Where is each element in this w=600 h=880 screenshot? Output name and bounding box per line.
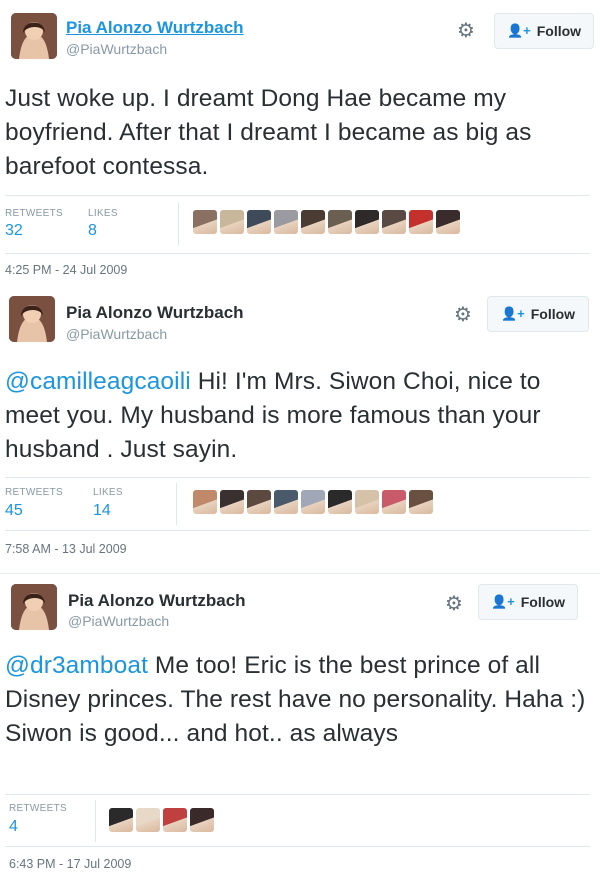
liker-avatar[interactable] [136, 808, 160, 832]
liker-avatar[interactable] [301, 210, 325, 234]
liker-avatar[interactable] [328, 210, 352, 234]
tweet-card: Pia Alonzo Wurtzbach @PiaWurtzbach ⚙ 👤+ … [0, 290, 600, 573]
divider [95, 800, 96, 842]
tweet-text: @dr3amboat Me too! Eric is the best prin… [5, 649, 586, 751]
avatar[interactable] [11, 584, 57, 630]
follow-label: Follow [536, 23, 582, 39]
divider [5, 195, 590, 196]
user-handle[interactable]: @PiaWurtzbach [66, 326, 167, 342]
display-name[interactable]: Pia Alonzo Wurtzbach [66, 303, 244, 323]
liker-avatar[interactable] [193, 490, 217, 514]
follow-button[interactable]: 👤+ Follow [494, 13, 594, 49]
liker-avatar[interactable] [109, 808, 133, 832]
divider [5, 846, 590, 847]
liker-avatar[interactable] [163, 808, 187, 832]
avatar[interactable] [9, 296, 55, 342]
liker-avatar[interactable] [220, 490, 244, 514]
user-handle[interactable]: @PiaWurtzbach [66, 41, 167, 57]
liker-avatars [109, 808, 214, 832]
tweet-card: Pia Alonzo Wurtzbach @PiaWurtzbach ⚙ 👤+ … [0, 573, 600, 880]
liker-avatar[interactable] [274, 210, 298, 234]
tweet-body: Just woke up. I dreamt Dong Hae became m… [5, 85, 532, 180]
follow-button[interactable]: 👤+ Follow [487, 296, 589, 332]
liker-avatar[interactable] [355, 490, 379, 514]
mention-link[interactable]: @dr3amboat [5, 652, 148, 679]
liker-avatars [193, 210, 460, 234]
gear-icon[interactable]: ⚙ [455, 20, 477, 42]
tweet-timestamp[interactable]: 7:58 AM - 13 Jul 2009 [5, 542, 127, 556]
retweets-count[interactable]: 4 [9, 818, 18, 836]
likes-count[interactable]: 8 [88, 222, 97, 240]
gear-icon[interactable]: ⚙ [452, 304, 474, 326]
liker-avatar[interactable] [436, 210, 460, 234]
retweets-count[interactable]: 45 [5, 502, 23, 520]
user-handle[interactable]: @PiaWurtzbach [68, 613, 169, 629]
retweets-label: RETWEETS [9, 803, 67, 814]
tweet-text: Just woke up. I dreamt Dong Hae became m… [5, 82, 586, 184]
liker-avatar[interactable] [409, 490, 433, 514]
divider [5, 477, 590, 478]
liker-avatar[interactable] [193, 210, 217, 234]
follow-label: Follow [530, 306, 576, 322]
add-person-icon: 👤+ [506, 23, 531, 38]
liker-avatar[interactable] [328, 490, 352, 514]
tweet-timestamp[interactable]: 4:25 PM - 24 Jul 2009 [5, 263, 127, 277]
likes-count[interactable]: 14 [93, 502, 111, 520]
gear-icon[interactable]: ⚙ [443, 593, 465, 615]
tweet-timestamp[interactable]: 6:43 PM - 17 Jul 2009 [9, 857, 131, 871]
liker-avatar[interactable] [190, 808, 214, 832]
divider [5, 253, 590, 254]
liker-avatar[interactable] [355, 210, 379, 234]
tweet-text: @camilleagcaoili Hi! I'm Mrs. Siwon Choi… [5, 365, 586, 467]
display-name[interactable]: Pia Alonzo Wurtzbach [68, 591, 246, 611]
liker-avatar[interactable] [274, 490, 298, 514]
display-name[interactable]: Pia Alonzo Wurtzbach [66, 18, 244, 38]
liker-avatar[interactable] [382, 490, 406, 514]
liker-avatars [193, 490, 433, 514]
follow-button[interactable]: 👤+ Follow [478, 584, 578, 620]
liker-avatar[interactable] [382, 210, 406, 234]
follow-label: Follow [520, 594, 566, 610]
divider [5, 530, 590, 531]
likes-label: LIKES [93, 487, 123, 498]
liker-avatar[interactable] [247, 210, 271, 234]
divider [5, 794, 590, 795]
avatar[interactable] [11, 13, 57, 59]
divider [178, 203, 179, 245]
liker-avatar[interactable] [247, 490, 271, 514]
mention-link[interactable]: @camilleagcaoili [5, 368, 191, 395]
liker-avatar[interactable] [301, 490, 325, 514]
retweets-label: RETWEETS [5, 208, 63, 219]
likes-label: LIKES [88, 208, 118, 219]
divider [176, 483, 177, 525]
retweets-label: RETWEETS [5, 487, 63, 498]
liker-avatar[interactable] [220, 210, 244, 234]
liker-avatar[interactable] [409, 210, 433, 234]
retweets-count[interactable]: 32 [5, 222, 23, 240]
tweet-card: Pia Alonzo Wurtzbach @PiaWurtzbach ⚙ 👤+ … [0, 0, 600, 290]
add-person-icon: 👤+ [500, 306, 525, 321]
add-person-icon: 👤+ [490, 594, 515, 609]
